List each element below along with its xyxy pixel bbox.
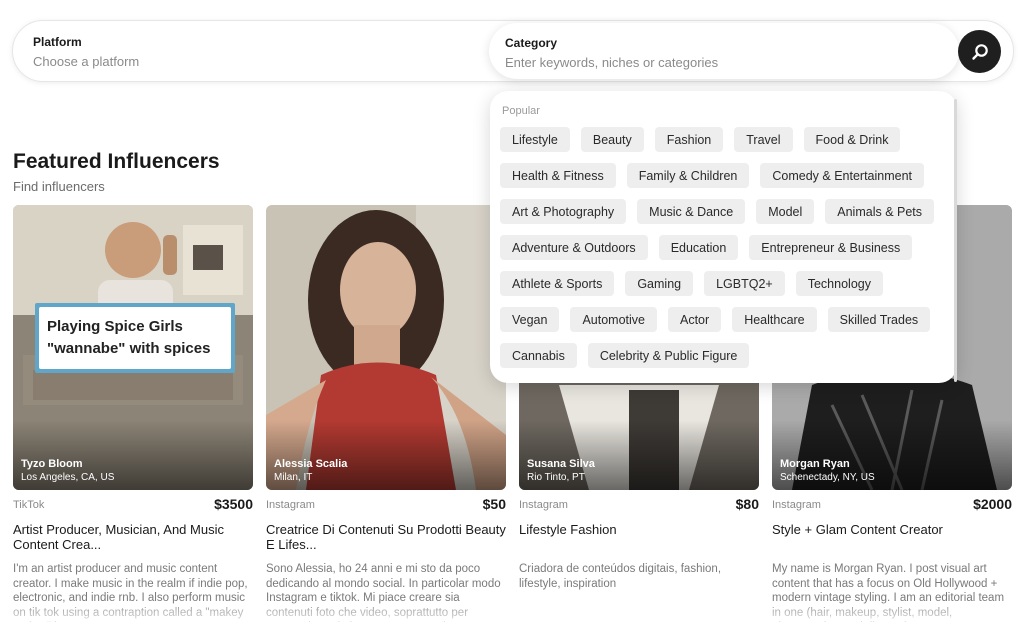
category-chip[interactable]: Education: [658, 235, 739, 260]
category-chip[interactable]: Food & Drink: [803, 127, 901, 152]
platform-label: Platform: [33, 35, 82, 49]
page-title: Featured Influencers: [13, 150, 220, 173]
category-chip[interactable]: Entrepreneur & Business: [749, 235, 913, 260]
influencer-price: $50: [482, 496, 506, 512]
category-chip[interactable]: Travel: [734, 127, 793, 152]
category-chip[interactable]: Model: [756, 199, 815, 224]
influencer-platform: Instagram: [519, 499, 568, 511]
influencer-photo[interactable]: Alessia Scalia Milan, IT: [266, 205, 506, 490]
category-chip[interactable]: LGBTQ2+: [704, 271, 785, 296]
influencer-name: Morgan Ryan: [780, 458, 850, 470]
category-field[interactable]: Category: [489, 23, 959, 79]
caption-line: "wannabe" with spices: [47, 340, 211, 357]
category-chip[interactable]: Comedy & Entertainment: [760, 163, 925, 188]
influencer-location: Milan, IT: [274, 472, 313, 483]
page-subtitle: Find influencers: [13, 179, 105, 194]
influencer-title[interactable]: Lifestyle Fashion: [519, 522, 759, 554]
platform-field[interactable]: Platform: [13, 21, 487, 81]
category-dropdown: Popular Lifestyle Beauty Fashion Travel Food…: [490, 91, 957, 383]
influencer-photo[interactable]: Playing Spice Girls "wannabe" with spice…: [13, 205, 253, 490]
dropdown-scrollbar[interactable]: [954, 99, 957, 382]
search-bar: Platform Category: [12, 20, 1014, 82]
category-chip[interactable]: Health & Fitness: [500, 163, 616, 188]
influencer-price: $2000: [973, 496, 1012, 512]
category-chip[interactable]: Cannabis: [500, 343, 577, 368]
category-chip[interactable]: Celebrity & Public Figure: [587, 343, 750, 368]
influencer-location: Schenectady, NY, US: [780, 472, 875, 483]
influencer-card-tyzo[interactable]: Playing Spice Girls "wannabe" with spice…: [13, 205, 253, 622]
category-input[interactable]: [505, 55, 905, 70]
category-chip[interactable]: Art & Photography: [500, 199, 627, 224]
influencer-title[interactable]: Creatrice Di Contenuti Su Prodotti Beaut…: [266, 522, 506, 554]
category-label: Category: [505, 36, 558, 50]
platform-input[interactable]: [33, 54, 433, 69]
influencer-card-alessia[interactable]: Alessia Scalia Milan, IT Instagram $50 C…: [266, 205, 506, 622]
search-icon: [971, 43, 988, 60]
influencer-title[interactable]: Style + Glam Content Creator: [772, 522, 1012, 554]
influencer-platform: Instagram: [772, 499, 821, 511]
category-chip[interactable]: Music & Dance: [637, 199, 746, 224]
influencer-title[interactable]: Artist Producer, Musician, And Music Con…: [13, 522, 253, 554]
category-chip-list: Lifestyle Beauty Fashion Travel Food & Drink…: [500, 127, 940, 368]
video-caption: Playing Spice Girls "wannabe" with spice…: [39, 307, 231, 369]
dropdown-section-label: Popular: [502, 105, 540, 117]
category-chip[interactable]: Adventure & Outdoors: [500, 235, 648, 260]
category-chip[interactable]: Actor: [668, 307, 722, 332]
influencer-price: $80: [735, 496, 759, 512]
category-chip[interactable]: Beauty: [580, 127, 644, 152]
bottom-fade: [0, 603, 1024, 627]
caption-line: Playing Spice Girls: [47, 318, 183, 335]
category-chip[interactable]: Skilled Trades: [827, 307, 931, 332]
category-chip[interactable]: Technology: [795, 271, 883, 296]
category-chip[interactable]: Healthcare: [732, 307, 817, 332]
category-chip[interactable]: Athlete & Sports: [500, 271, 615, 296]
category-chip[interactable]: Gaming: [625, 271, 694, 296]
category-chip[interactable]: Automotive: [570, 307, 657, 332]
influencer-name: Susana Silva: [527, 458, 595, 470]
influencer-location: Rio Tinto, PT: [527, 472, 585, 483]
influencer-platform: Instagram: [266, 499, 315, 511]
category-chip[interactable]: Vegan: [500, 307, 560, 332]
influencer-platform: TikTok: [13, 499, 45, 511]
category-chip[interactable]: Fashion: [654, 127, 724, 152]
influencer-name: Alessia Scalia: [274, 458, 348, 470]
category-chip[interactable]: Lifestyle: [500, 127, 570, 152]
influencer-name: Tyzo Bloom: [21, 458, 83, 470]
category-chip[interactable]: Family & Children: [626, 163, 750, 188]
search-button[interactable]: [958, 30, 1001, 73]
influencer-location: Los Angeles, CA, US: [21, 472, 115, 483]
influencer-price: $3500: [214, 496, 253, 512]
category-chip[interactable]: Animals & Pets: [825, 199, 935, 224]
